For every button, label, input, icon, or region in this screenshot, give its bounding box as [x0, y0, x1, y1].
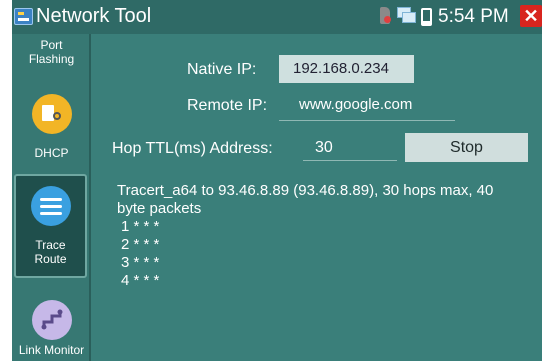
main-panel: Native IP: 192.168.0.234 Remote IP: www.…: [91, 34, 542, 361]
sidebar-item-label: Port: [40, 38, 63, 52]
hop-ttl-label: Hop TTL(ms) Address:: [112, 140, 273, 157]
sidebar-item-label: Flashing: [28, 52, 75, 66]
stop-button[interactable]: Stop: [405, 133, 528, 162]
sidebar-item-trace-route[interactable]: Trace Route: [14, 174, 87, 278]
hop-ttl-input[interactable]: 30: [303, 135, 397, 161]
link-monitor-icon: [31, 300, 72, 340]
trace-route-icon: [30, 186, 71, 226]
sidebar-item-dhcp[interactable]: DHCP: [12, 94, 89, 160]
sidebar-item-label: DHCP: [34, 146, 69, 160]
close-button[interactable]: ✕: [520, 5, 542, 27]
trace-hop-line: 2 * * *: [121, 236, 160, 253]
dhcp-server-icon: [31, 94, 72, 134]
trace-hop-line: 1 * * *: [121, 218, 160, 235]
sidebar-item-label: Link Monitor: [18, 343, 85, 357]
sidebar-item-label: Route: [34, 252, 67, 266]
network-connection-icon: [397, 7, 416, 23]
trace-hop-line: 4 * * *: [121, 272, 160, 289]
sidebar-item-link-monitor[interactable]: Link Monitor: [12, 294, 89, 357]
screen: Network Tool 5:54 PM ✕ Port Flashing DHC…: [12, 0, 542, 361]
trace-output: Tracert_a64 to 93.46.8.89 (93.46.8.89), …: [117, 182, 537, 290]
battery-icon: [421, 8, 432, 26]
sidebar-item-label: Trace: [35, 238, 66, 252]
window-title: Network Tool: [36, 5, 152, 27]
trace-hop-line: 3 * * *: [121, 254, 160, 271]
sd-card-icon: [380, 7, 391, 24]
network-tool-app-icon: [14, 8, 33, 25]
sidebar-item-port-flashing[interactable]: Port Flashing: [12, 38, 89, 66]
sidebar: Port Flashing DHCP Trace Route Link Moni…: [12, 34, 91, 361]
title-bar: Network Tool 5:54 PM ✕: [12, 0, 542, 34]
native-ip-label: Native IP:: [187, 61, 257, 78]
trace-header-line: Tracert_a64 to 93.46.8.89 (93.46.8.89), …: [117, 182, 494, 199]
native-ip-field[interactable]: 192.168.0.234: [279, 55, 414, 83]
remote-ip-label: Remote IP:: [187, 97, 268, 114]
remote-ip-input[interactable]: www.google.com: [279, 91, 455, 121]
trace-header-line: byte packets: [117, 200, 202, 217]
status-clock: 5:54 PM: [438, 6, 509, 27]
